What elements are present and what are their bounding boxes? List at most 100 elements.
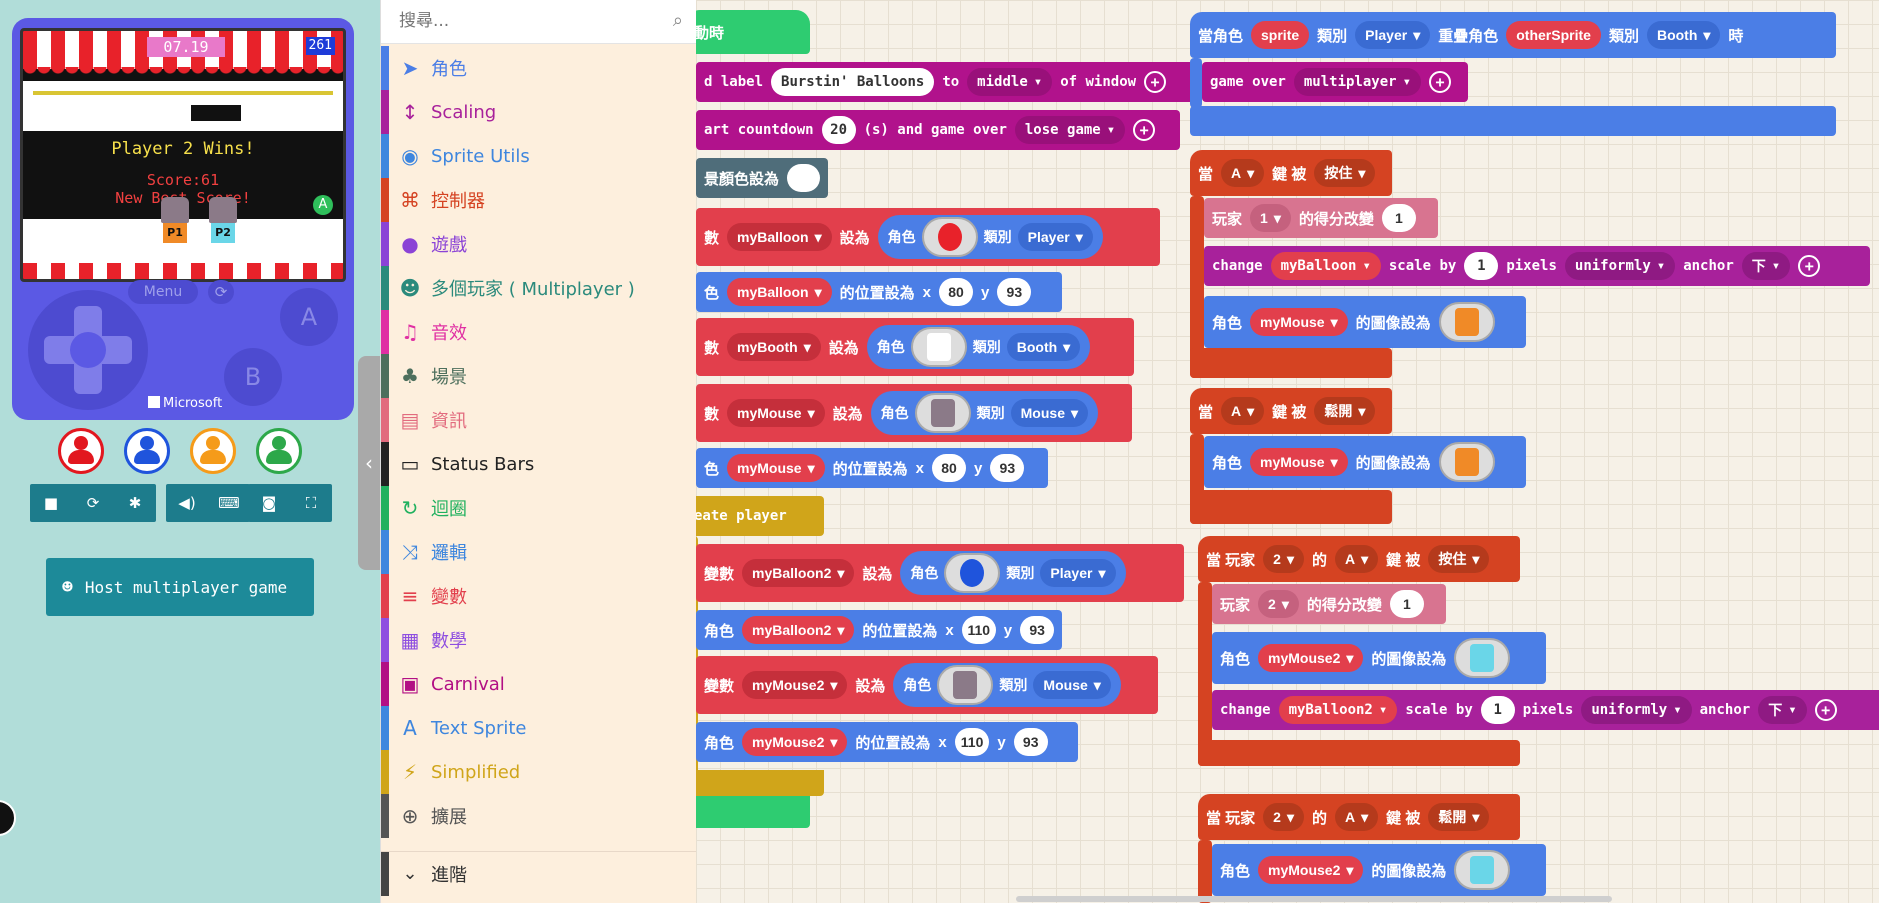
add-param-icon: + xyxy=(1429,71,1452,93)
users-icon: ☻ xyxy=(62,576,73,598)
player-2-icon[interactable] xyxy=(124,428,170,474)
horizontal-scrollbar[interactable] xyxy=(1016,896,1612,902)
add-param-icon: + xyxy=(1814,699,1837,721)
host-multiplayer-button[interactable]: ☻ Host multiplayer game xyxy=(46,558,314,616)
category-17[interactable]: ⊕ 擴展 xyxy=(381,794,697,838)
toolbox: ⌕ ➤角色↕Scaling◉Sprite Utils⌘控制器●遊戲☻多個玩家 (… xyxy=(380,0,697,903)
game-simulator: 07.19 261 Player 2 Wins! Score:61 New Be… xyxy=(0,0,363,903)
list-icon: ≡ xyxy=(401,584,419,608)
resize-vertical-icon: ↕ xyxy=(401,100,419,124)
category-16[interactable]: ⚡ Simplified xyxy=(381,750,697,794)
restart-icon[interactable]: ⟳ xyxy=(208,280,234,304)
set-mymouse2-image-block[interactable]: 角色 myMouse2 ▾ 的圖像設為 xyxy=(1212,632,1546,684)
mouse-p1-image xyxy=(914,393,971,433)
change-scale-myballoon-block[interactable]: change myBalloon ▾ scale by 1 pixels uni… xyxy=(1204,246,1870,286)
player-1-icon[interactable] xyxy=(58,428,104,474)
search-input[interactable] xyxy=(381,0,641,42)
refresh-icon: ↻ xyxy=(401,496,419,520)
tree-icon: ♣ xyxy=(401,364,419,388)
restart-icon[interactable]: ⟳ xyxy=(72,484,114,522)
category-8[interactable]: ▤ 資訊 xyxy=(381,398,697,442)
create-player-block[interactable]: eate player xyxy=(696,496,824,536)
category-7[interactable]: ♣ 場景 xyxy=(381,354,697,398)
category-15[interactable]: A Text Sprite xyxy=(381,706,697,750)
player-3-icon[interactable] xyxy=(190,428,236,474)
category-3[interactable]: ⌘ 控制器 xyxy=(381,178,697,222)
set-mymouse-block[interactable]: 數 myMouse ▾ 設為 角色 類別 Mouse ▾ xyxy=(696,384,1132,442)
category-5[interactable]: ☻ 多個玩家 ( Multiplayer ) xyxy=(381,266,697,310)
id-card-icon: ▤ xyxy=(400,408,420,432)
menu-button[interactable]: Menu xyxy=(128,280,198,304)
set-myballoon2-position-block[interactable]: 角色 myBalloon2 ▾ 的位置設為 x 110 y 93 xyxy=(696,610,1062,650)
bottom-stripe xyxy=(23,263,343,279)
on-a-released-hat[interactable]: 當 A ▾ 鍵 被 鬆開 ▾ xyxy=(1190,388,1392,434)
microsoft-logo: Microsoft xyxy=(148,396,222,411)
category-6[interactable]: ♫ 音效 xyxy=(381,310,697,354)
set-mymouse2-block[interactable]: 變數 myMouse2 ▾ 設為 角色 類別 Mouse ▾ xyxy=(696,656,1158,714)
set-bg-color-block[interactable]: 景顏色設為 xyxy=(696,158,828,198)
blocks-workspace[interactable]: 動時 d label Burstin' Balloons to middle ▾… xyxy=(696,0,1879,903)
on-overlap-hat[interactable]: 當角色 sprite 類別 Player ▾ 重疊角色 otherSprite … xyxy=(1190,12,1836,58)
headphones-icon: ♫ xyxy=(401,320,419,344)
on-a-pressed-hat[interactable]: 當 A ▾ 鍵 被 按住 ▾ xyxy=(1190,150,1392,196)
category-14[interactable]: ▣ Carnival xyxy=(381,662,697,706)
category-11[interactable]: ⤨ 邏輯 xyxy=(381,530,697,574)
on-start-hat[interactable]: 動時 xyxy=(696,10,810,54)
stop-icon[interactable]: ■ xyxy=(30,484,72,522)
set-mymouse-image-block-2[interactable]: 角色 myMouse ▾ 的圖像設為 xyxy=(1204,436,1526,488)
set-mybooth-block[interactable]: 數 myBooth ▾ 設為 角色 類別 Booth ▾ xyxy=(696,318,1134,376)
search-icon[interactable]: ⌕ xyxy=(673,10,683,31)
set-myballoon2-block[interactable]: 變數 myBalloon2 ▾ 設為 角色 類別 Player ▾ xyxy=(696,544,1184,602)
plus-circle-icon: ⊕ xyxy=(401,804,419,828)
booth-image xyxy=(910,327,967,367)
keyboard-icon[interactable]: ⌨ xyxy=(208,484,250,522)
mouse-p2-image xyxy=(1454,850,1511,890)
category-1[interactable]: ↕ Scaling xyxy=(381,90,697,134)
change-scale-myballoon2-block[interactable]: change myBalloon2 ▾ scale by 1 pixels un… xyxy=(1212,690,1879,730)
add-label-block[interactable]: d label Burstin' Balloons to middle ▾ of… xyxy=(696,62,1194,102)
circle-icon: ● xyxy=(401,232,419,256)
category-12[interactable]: ≡ 變數 xyxy=(381,574,697,618)
game-screen[interactable]: 07.19 261 Player 2 Wins! Score:61 New Be… xyxy=(20,28,346,282)
user-circle-icon: ◉ xyxy=(401,144,419,168)
set-myballoon-position-block[interactable]: 色 myBalloon ▾ 的位置設為 x 80 y 93 xyxy=(696,272,1062,312)
add-param-icon: + xyxy=(1144,71,1167,93)
dpad[interactable] xyxy=(28,290,148,410)
mouse-p1-sprite: P1 xyxy=(161,197,189,245)
ticket-icon: ▣ xyxy=(400,672,420,696)
on-player2-a-released-hat[interactable]: 當 玩家 2 ▾ 的 A ▾ 鍵 被 鬆開 ▾ xyxy=(1198,794,1520,840)
screenshot-icon[interactable]: ◙ xyxy=(248,484,290,522)
a-button[interactable]: A xyxy=(280,288,338,346)
player-4-icon[interactable] xyxy=(256,428,302,474)
game-over-block[interactable]: game over multiplayer ▾ + xyxy=(1202,62,1468,102)
mouse-p2-sprite: P2 xyxy=(209,197,237,245)
category-4[interactable]: ● 遊戲 xyxy=(381,222,697,266)
set-mymouse-position-block[interactable]: 色 myMouse ▾ 的位置設為 x 80 y 93 xyxy=(696,448,1048,488)
set-myballoon-block[interactable]: 數 myBalloon ▾ 設為 角色 類別 Player ▾ xyxy=(696,208,1160,266)
category-0[interactable]: ➤ 角色 xyxy=(381,46,697,90)
countdown-block[interactable]: art countdown 20 (s) and game over lose … xyxy=(696,110,1180,150)
score-box: 261 xyxy=(305,37,335,55)
set-mymouse2-position-block[interactable]: 角色 myMouse2 ▾ 的位置設為 x 110 y 93 xyxy=(696,722,1078,762)
b-button[interactable]: B xyxy=(224,348,282,406)
sound-icon[interactable]: ◀) xyxy=(166,484,208,522)
set-mymouse2-image-block-2[interactable]: 角色 myMouse2 ▾ 的圖像設為 xyxy=(1212,844,1546,896)
a-button-icon: A xyxy=(313,195,333,215)
category-9[interactable]: ▭ Status Bars xyxy=(381,442,697,486)
collapse-simulator-button[interactable]: ‹ xyxy=(358,356,380,570)
fullscreen-icon[interactable]: ⛶ xyxy=(290,484,332,522)
winner-text: Player 2 Wins! xyxy=(111,139,255,159)
calculator-icon: ▦ xyxy=(400,628,420,652)
change-score-p2-block[interactable]: 玩家 2 ▾ 的得分改變 1 xyxy=(1212,584,1446,624)
set-mymouse-image-block[interactable]: 角色 myMouse ▾ 的圖像設為 xyxy=(1204,296,1526,348)
category-10[interactable]: ↻ 迴圈 xyxy=(381,486,697,530)
change-score-p1-block[interactable]: 玩家 1 ▾ 的得分改變 1 xyxy=(1204,198,1438,238)
advanced-toggle[interactable]: ⌄ 進階 xyxy=(381,851,697,896)
category-13[interactable]: ▦ 數學 xyxy=(381,618,697,662)
score-text: Score:61 xyxy=(146,171,220,189)
letter-a-icon: A xyxy=(403,716,417,740)
on-player2-a-pressed-hat[interactable]: 當 玩家 2 ▾ 的 A ▾ 鍵 被 按住 ▾ xyxy=(1198,536,1520,582)
category-2[interactable]: ◉ Sprite Utils xyxy=(381,134,697,178)
debug-icon[interactable]: ✱ xyxy=(114,484,156,522)
blue-balloon-image xyxy=(944,553,1001,593)
